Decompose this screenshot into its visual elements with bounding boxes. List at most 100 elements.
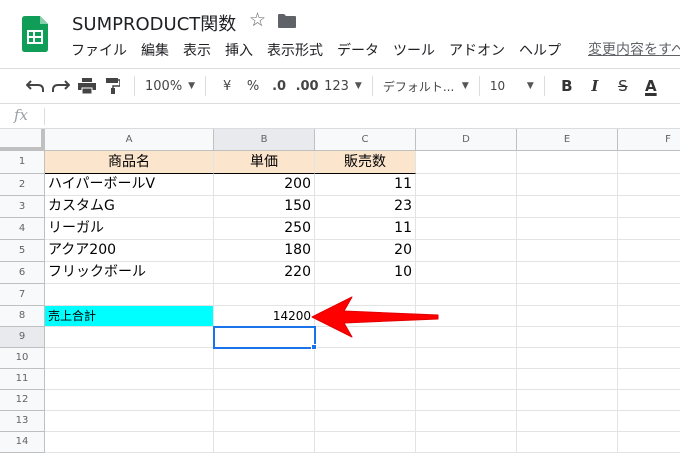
cell-f5[interactable] bbox=[618, 240, 680, 262]
menu-format[interactable]: 表示形式 bbox=[260, 41, 330, 61]
redo-button[interactable] bbox=[48, 73, 74, 99]
cell-d1[interactable] bbox=[416, 151, 517, 174]
cell-a6[interactable]: フリックボール bbox=[45, 262, 214, 284]
cell-c1[interactable]: 販売数 bbox=[315, 151, 416, 174]
cell-d3[interactable] bbox=[416, 196, 517, 218]
percent-button[interactable]: % bbox=[240, 73, 266, 99]
cell-d12[interactable] bbox=[416, 390, 517, 411]
cell-b1[interactable]: 単価 bbox=[214, 151, 315, 174]
cell-e11[interactable] bbox=[517, 369, 618, 390]
strikethrough-button[interactable]: S bbox=[609, 73, 637, 99]
cell-c13[interactable] bbox=[315, 411, 416, 432]
undo-button[interactable] bbox=[22, 73, 48, 99]
cell-f2[interactable] bbox=[618, 174, 680, 196]
cell-f7[interactable] bbox=[618, 284, 680, 306]
row-header-3[interactable]: 3 bbox=[0, 196, 45, 218]
formula-input[interactable] bbox=[50, 106, 670, 126]
cell-f11[interactable] bbox=[618, 369, 680, 390]
cell-a4[interactable]: リーガル bbox=[45, 218, 214, 240]
cell-d4[interactable] bbox=[416, 218, 517, 240]
cell-a8-total-label[interactable]: 売上合計 bbox=[45, 306, 214, 327]
cell-d2[interactable] bbox=[416, 174, 517, 196]
cell-c2[interactable]: 11 bbox=[315, 174, 416, 196]
row-header-13[interactable]: 13 bbox=[0, 411, 45, 432]
row-header-10[interactable]: 10 bbox=[0, 348, 45, 369]
cell-b9[interactable] bbox=[214, 327, 315, 348]
cell-f1[interactable] bbox=[618, 151, 680, 174]
cell-e8[interactable] bbox=[517, 306, 618, 327]
italic-button[interactable]: I bbox=[581, 73, 609, 99]
cell-a1[interactable]: 商品名 bbox=[45, 151, 214, 174]
zoom-select[interactable]: 100% ▼ bbox=[143, 73, 197, 99]
cell-b7[interactable] bbox=[214, 284, 315, 306]
row-header-11[interactable]: 11 bbox=[0, 369, 45, 390]
cell-f13[interactable] bbox=[618, 411, 680, 432]
cell-f8[interactable] bbox=[618, 306, 680, 327]
menu-view[interactable]: 表示 bbox=[176, 41, 218, 61]
menu-addons[interactable]: アドオン bbox=[442, 41, 512, 61]
last-edit-link[interactable]: 変更内容をすべ bbox=[588, 40, 680, 60]
cell-b12[interactable] bbox=[214, 390, 315, 411]
cell-f3[interactable] bbox=[618, 196, 680, 218]
cell-d6[interactable] bbox=[416, 262, 517, 284]
cell-f6[interactable] bbox=[618, 262, 680, 284]
cell-d11[interactable] bbox=[416, 369, 517, 390]
bold-button[interactable]: B bbox=[553, 73, 581, 99]
cell-c14[interactable] bbox=[315, 432, 416, 453]
row-header-7[interactable]: 7 bbox=[0, 284, 45, 306]
cell-a3[interactable]: カスタムG bbox=[45, 196, 214, 218]
cell-a9[interactable] bbox=[45, 327, 214, 348]
cell-f4[interactable] bbox=[618, 218, 680, 240]
cell-b11[interactable] bbox=[214, 369, 315, 390]
cell-f14[interactable] bbox=[618, 432, 680, 453]
paint-format-button[interactable] bbox=[100, 73, 126, 99]
menu-tools[interactable]: ツール bbox=[386, 41, 442, 61]
cell-b2[interactable]: 200 bbox=[214, 174, 315, 196]
cell-b4[interactable]: 250 bbox=[214, 218, 315, 240]
cell-a12[interactable] bbox=[45, 390, 214, 411]
cell-e4[interactable] bbox=[517, 218, 618, 240]
row-header-9[interactable]: 9 bbox=[0, 327, 45, 348]
row-header-4[interactable]: 4 bbox=[0, 218, 45, 240]
column-header-a[interactable]: A bbox=[45, 129, 214, 151]
cell-c4[interactable]: 11 bbox=[315, 218, 416, 240]
cell-d13[interactable] bbox=[416, 411, 517, 432]
cell-c3[interactable]: 23 bbox=[315, 196, 416, 218]
cell-a11[interactable] bbox=[45, 369, 214, 390]
sheets-logo-icon[interactable] bbox=[22, 16, 48, 52]
cell-e9[interactable] bbox=[517, 327, 618, 348]
column-header-b[interactable]: B bbox=[214, 129, 315, 151]
cell-a2[interactable]: ハイパーボールV bbox=[45, 174, 214, 196]
column-header-f[interactable]: F bbox=[618, 129, 680, 151]
row-header-2[interactable]: 2 bbox=[0, 174, 45, 196]
cell-f9[interactable] bbox=[618, 327, 680, 348]
cell-e12[interactable] bbox=[517, 390, 618, 411]
cell-e10[interactable] bbox=[517, 348, 618, 369]
select-all-corner[interactable] bbox=[0, 129, 45, 151]
document-title[interactable]: SUMPRODUCT関数 bbox=[72, 10, 236, 36]
row-header-6[interactable]: 6 bbox=[0, 262, 45, 284]
cell-f12[interactable] bbox=[618, 390, 680, 411]
row-header-5[interactable]: 5 bbox=[0, 240, 45, 262]
cell-e2[interactable] bbox=[517, 174, 618, 196]
text-color-button[interactable]: A bbox=[637, 73, 665, 99]
row-header-1[interactable]: 1 bbox=[0, 151, 45, 174]
cell-e7[interactable] bbox=[517, 284, 618, 306]
row-header-12[interactable]: 12 bbox=[0, 390, 45, 411]
folder-icon[interactable] bbox=[278, 14, 296, 28]
menu-file[interactable]: ファイル bbox=[64, 41, 134, 61]
cell-a7[interactable] bbox=[45, 284, 214, 306]
row-header-14[interactable]: 14 bbox=[0, 432, 45, 453]
cell-c12[interactable] bbox=[315, 390, 416, 411]
cell-b8-total-value[interactable]: 14200 bbox=[214, 306, 315, 327]
decrease-decimal-button[interactable]: .0 bbox=[266, 73, 292, 99]
menu-edit[interactable]: 編集 bbox=[134, 41, 176, 61]
cell-e3[interactable] bbox=[517, 196, 618, 218]
fill-handle[interactable] bbox=[311, 344, 317, 350]
cell-f10[interactable] bbox=[618, 348, 680, 369]
increase-decimal-button[interactable]: .00 bbox=[292, 73, 322, 99]
more-formats-select[interactable]: 123 ▼ bbox=[322, 73, 364, 99]
menu-data[interactable]: データ bbox=[330, 41, 386, 61]
cell-b10[interactable] bbox=[214, 348, 315, 369]
menu-insert[interactable]: 挿入 bbox=[218, 41, 260, 61]
